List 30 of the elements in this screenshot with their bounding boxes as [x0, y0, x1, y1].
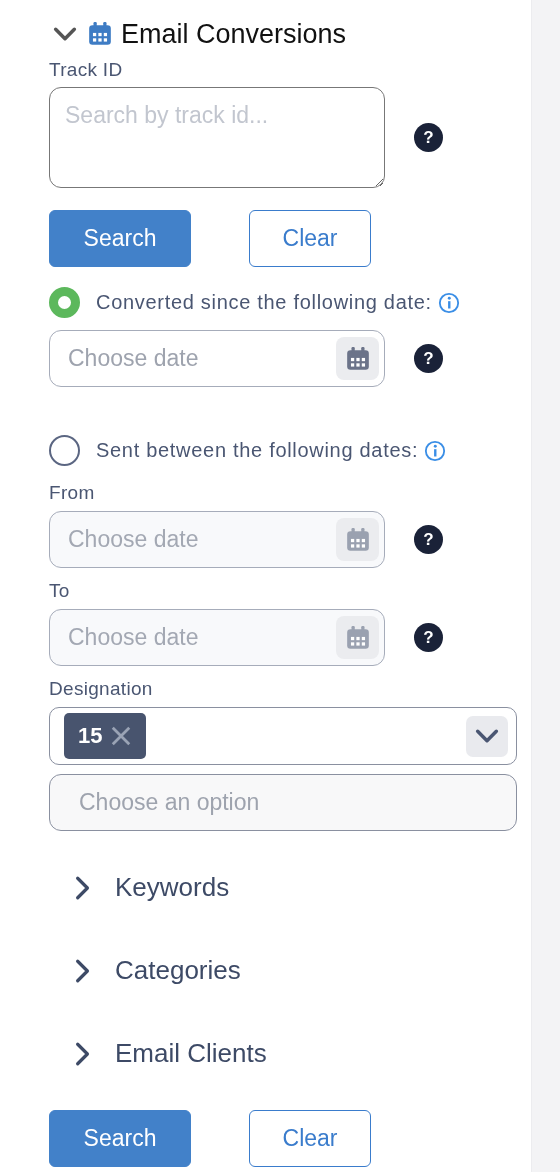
calendar-icon	[344, 526, 371, 553]
field-label: To	[49, 580, 71, 602]
remove-icon[interactable]	[110, 725, 133, 747]
filter-section-toggle[interactable]: Keywords	[69, 846, 531, 929]
option-label: Sent between the following dates:	[96, 439, 419, 462]
option-search-field[interactable]: Choose an option	[49, 774, 517, 831]
clear-button[interactable]: Clear	[249, 210, 371, 267]
field-label: Track ID	[49, 59, 124, 81]
filter-section-toggle[interactable]: Categories	[69, 929, 531, 1012]
designation-select[interactable]: 15	[49, 707, 517, 765]
radio-button[interactable]	[49, 287, 80, 318]
calendar-icon	[344, 345, 371, 372]
help-icon[interactable]: ?	[414, 344, 443, 373]
search-button[interactable]: Search	[49, 210, 191, 267]
tag-chip: 15	[64, 713, 147, 759]
clear-button[interactable]: Clear	[249, 1110, 371, 1167]
option-label: Converted since the following date:	[96, 291, 432, 314]
field-label: From	[49, 482, 96, 504]
info-icon[interactable]	[424, 439, 447, 462]
calendar-icon	[87, 21, 113, 47]
field-label: Designation	[49, 678, 154, 700]
date-field[interactable]: Choose date	[49, 330, 385, 387]
search-button[interactable]: Search	[49, 1110, 191, 1167]
help-icon[interactable]: ?	[414, 123, 443, 152]
section-title: Email Conversions	[121, 18, 347, 50]
calendar-icon	[344, 624, 371, 651]
filter-section-toggle[interactable]: Email Clients	[69, 1012, 531, 1095]
radio-button[interactable]	[49, 435, 80, 466]
info-icon[interactable]	[437, 291, 460, 314]
track-id-field[interactable]: Search by track id...	[49, 87, 385, 188]
